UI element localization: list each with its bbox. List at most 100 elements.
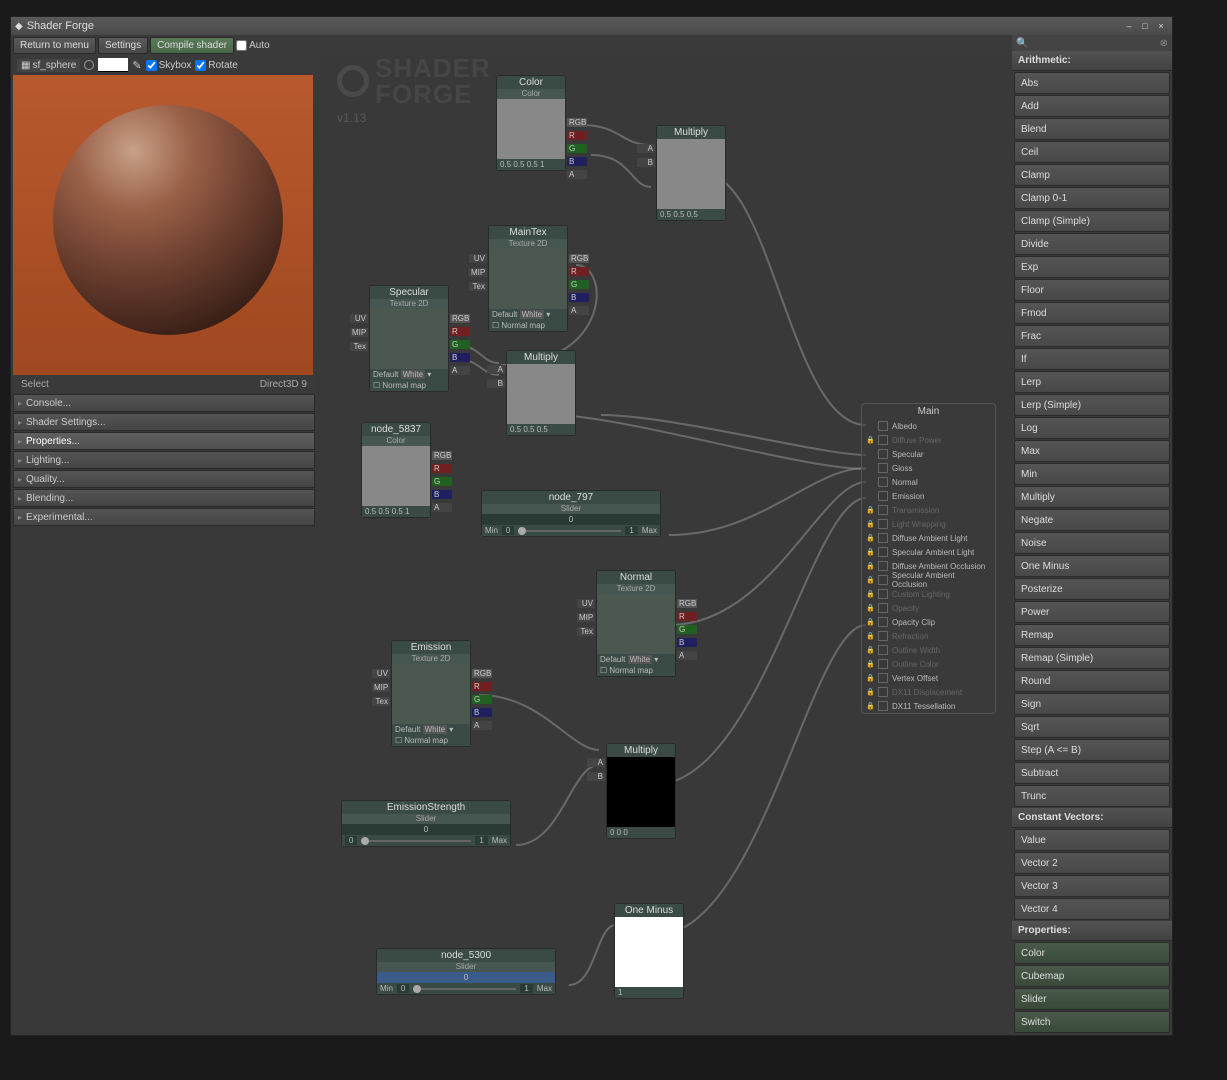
nodetype-sign[interactable]: Sign bbox=[1014, 693, 1170, 715]
nodetype-slider[interactable]: Slider bbox=[1014, 988, 1170, 1010]
main-input-specular-ambient-light[interactable]: 🔒Specular Ambient Light bbox=[862, 545, 995, 559]
nodetype-power[interactable]: Power bbox=[1014, 601, 1170, 623]
node-color[interactable]: Color Color 0.5 0.5 0.5 1 RGB R G B A bbox=[496, 75, 566, 171]
nodetype-sqrt[interactable]: Sqrt bbox=[1014, 716, 1170, 738]
close-button[interactable]: × bbox=[1154, 20, 1168, 32]
clear-search-icon[interactable]: ⊗ bbox=[1160, 38, 1168, 49]
maximize-button[interactable]: □ bbox=[1138, 20, 1152, 32]
settings-button[interactable]: Settings bbox=[98, 37, 148, 54]
color-swatch[interactable] bbox=[362, 446, 430, 506]
nodetype-multiply[interactable]: Multiply bbox=[1014, 486, 1170, 508]
nodetype-posterize[interactable]: Posterize bbox=[1014, 578, 1170, 600]
main-input-refraction[interactable]: 🔒Refraction bbox=[862, 629, 995, 643]
skybox-checkbox[interactable]: Skybox bbox=[146, 60, 192, 71]
slider-track[interactable] bbox=[518, 530, 621, 532]
nodetype-blend[interactable]: Blend bbox=[1014, 118, 1170, 140]
sidepanel-properties[interactable]: ▸Properties... bbox=[13, 432, 315, 450]
node-main-output[interactable]: Main Albedo🔒Diffuse PowerSpecularGlossNo… bbox=[861, 403, 996, 714]
node-one-minus[interactable]: One Minus 1 bbox=[614, 903, 684, 999]
main-input-gloss[interactable]: Gloss bbox=[862, 461, 995, 475]
nodetype-log[interactable]: Log bbox=[1014, 417, 1170, 439]
nodetype-if[interactable]: If bbox=[1014, 348, 1170, 370]
nodetype-clamp-0-1[interactable]: Clamp 0-1 bbox=[1014, 187, 1170, 209]
sidepanel-quality[interactable]: ▸Quality... bbox=[13, 470, 315, 488]
color-swatch[interactable] bbox=[497, 99, 565, 159]
nodetype-noise[interactable]: Noise bbox=[1014, 532, 1170, 554]
node-search[interactable]: 🔍 ⊗ bbox=[1012, 35, 1172, 51]
sidepanel-experimental[interactable]: ▸Experimental... bbox=[13, 508, 315, 526]
node-5300[interactable]: node_5300 Slider 0 Min 0 1 Max bbox=[376, 948, 556, 995]
sidepanel-console[interactable]: ▸Console... bbox=[13, 394, 315, 412]
target-icon[interactable] bbox=[84, 60, 94, 70]
node-797[interactable]: node_797 Slider 0 Min 0 1 Max bbox=[481, 490, 661, 537]
node-multiply-specular[interactable]: Multiply 0.5 0.5 0.5 A B bbox=[506, 350, 576, 436]
node-normal[interactable]: Normal Texture 2D Default White ▾ ☐ Norm… bbox=[596, 570, 676, 677]
node-maintex[interactable]: MainTex Texture 2D Default White ▾ ☐ Nor… bbox=[488, 225, 568, 332]
titlebar[interactable]: ◆ Shader Forge – □ × bbox=[11, 17, 1172, 35]
nodetype-ceil[interactable]: Ceil bbox=[1014, 141, 1170, 163]
nodetype-lerp-simple-[interactable]: Lerp (Simple) bbox=[1014, 394, 1170, 416]
main-input-emission[interactable]: Emission bbox=[862, 489, 995, 503]
node-canvas[interactable]: SHADERFORGE v1.13 Color Color 0.5 0.5 bbox=[321, 55, 1012, 1035]
sidepanel-blending[interactable]: ▸Blending... bbox=[13, 489, 315, 507]
main-input-outline-color[interactable]: 🔒Outline Color bbox=[862, 657, 995, 671]
node-emission[interactable]: Emission Texture 2D Default White ▾ ☐ No… bbox=[391, 640, 471, 747]
nodetype-remap[interactable]: Remap bbox=[1014, 624, 1170, 646]
nodetype-vector-4[interactable]: Vector 4 bbox=[1014, 898, 1170, 920]
slider-track[interactable] bbox=[361, 840, 471, 842]
node-specular[interactable]: Specular Texture 2D Default White ▾ ☐ No… bbox=[369, 285, 449, 392]
main-input-dx11-displacement[interactable]: 🔒DX11 Displacement bbox=[862, 685, 995, 699]
main-input-opacity-clip[interactable]: 🔒Opacity Clip bbox=[862, 615, 995, 629]
nodetype-add[interactable]: Add bbox=[1014, 95, 1170, 117]
nodetype-divide[interactable]: Divide bbox=[1014, 233, 1170, 255]
nodetype-clamp[interactable]: Clamp bbox=[1014, 164, 1170, 186]
main-input-vertex-offset[interactable]: 🔒Vertex Offset bbox=[862, 671, 995, 685]
nodetype-fmod[interactable]: Fmod bbox=[1014, 302, 1170, 324]
nodetype-color[interactable]: Color bbox=[1014, 942, 1170, 964]
nodetype-floor[interactable]: Floor bbox=[1014, 279, 1170, 301]
main-input-normal[interactable]: Normal bbox=[862, 475, 995, 489]
main-input-outline-width[interactable]: 🔒Outline Width bbox=[862, 643, 995, 657]
nodetype-abs[interactable]: Abs bbox=[1014, 72, 1170, 94]
nodetype-min[interactable]: Min bbox=[1014, 463, 1170, 485]
nodetype-subtract[interactable]: Subtract bbox=[1014, 762, 1170, 784]
main-input-albedo[interactable]: Albedo bbox=[862, 419, 995, 433]
node-multiply-top[interactable]: Multiply 0.5 0.5 0.5 A B bbox=[656, 125, 726, 221]
nodetype-lerp[interactable]: Lerp bbox=[1014, 371, 1170, 393]
auto-checkbox[interactable]: Auto bbox=[236, 40, 270, 51]
main-input-opacity[interactable]: 🔒Opacity bbox=[862, 601, 995, 615]
compile-button[interactable]: Compile shader bbox=[150, 37, 234, 54]
eyedropper-icon[interactable]: ✎ bbox=[132, 59, 141, 72]
main-input-specular-ambient-occlusion[interactable]: 🔒Specular Ambient Occlusion bbox=[862, 573, 995, 587]
nodetype-round[interactable]: Round bbox=[1014, 670, 1170, 692]
node-emission-strength[interactable]: EmissionStrength Slider 0 0 1 Max bbox=[341, 800, 511, 847]
preview-viewport[interactable] bbox=[13, 75, 313, 375]
nodetype-clamp-simple-[interactable]: Clamp (Simple) bbox=[1014, 210, 1170, 232]
nodetype-step-a-b-[interactable]: Step (A <= B) bbox=[1014, 739, 1170, 761]
nodetype-cubemap[interactable]: Cubemap bbox=[1014, 965, 1170, 987]
slider-track[interactable] bbox=[413, 988, 516, 990]
main-input-diffuse-power[interactable]: 🔒Diffuse Power bbox=[862, 433, 995, 447]
nodetype-vector-2[interactable]: Vector 2 bbox=[1014, 852, 1170, 874]
rotate-checkbox[interactable]: Rotate bbox=[195, 60, 237, 71]
nodetype-frac[interactable]: Frac bbox=[1014, 325, 1170, 347]
node-multiply-emission[interactable]: Multiply 0 0 0 A B bbox=[606, 743, 676, 839]
nodetype-one-minus[interactable]: One Minus bbox=[1014, 555, 1170, 577]
minimize-button[interactable]: – bbox=[1122, 20, 1136, 32]
bg-color-swatch[interactable] bbox=[98, 58, 128, 72]
sidepanel-shadersettings[interactable]: ▸Shader Settings... bbox=[13, 413, 315, 431]
main-input-specular[interactable]: Specular bbox=[862, 447, 995, 461]
nodetype-switch[interactable]: Switch bbox=[1014, 1011, 1170, 1033]
object-label[interactable]: ▦ sf_sphere bbox=[17, 59, 80, 72]
nodetype-value[interactable]: Value bbox=[1014, 829, 1170, 851]
nodetype-trunc[interactable]: Trunc bbox=[1014, 785, 1170, 807]
nodetype-exp[interactable]: Exp bbox=[1014, 256, 1170, 278]
main-input-light-wrapping[interactable]: 🔒Light Wrapping bbox=[862, 517, 995, 531]
return-button[interactable]: Return to menu bbox=[13, 37, 96, 54]
nodetype-negate[interactable]: Negate bbox=[1014, 509, 1170, 531]
main-input-transmission[interactable]: 🔒Transmission bbox=[862, 503, 995, 517]
main-input-custom-lighting[interactable]: 🔒Custom Lighting bbox=[862, 587, 995, 601]
main-input-diffuse-ambient-light[interactable]: 🔒Diffuse Ambient Light bbox=[862, 531, 995, 545]
nodetype-max[interactable]: Max bbox=[1014, 440, 1170, 462]
nodetype-remap-simple-[interactable]: Remap (Simple) bbox=[1014, 647, 1170, 669]
